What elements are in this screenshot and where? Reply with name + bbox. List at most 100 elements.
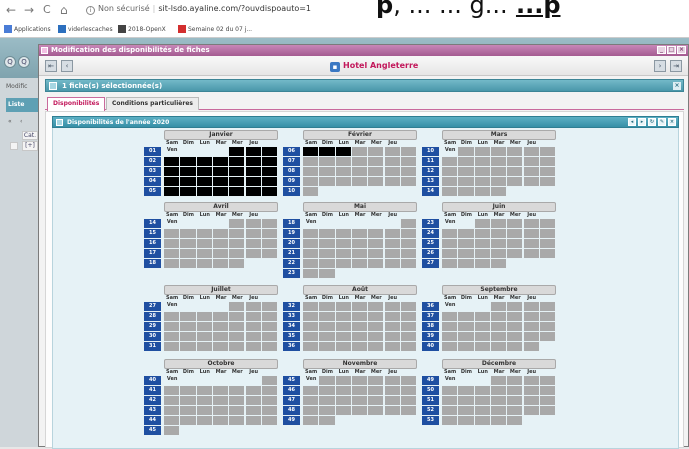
available-day-cell[interactable] [474,157,490,166]
blocked-day-cell[interactable] [196,177,212,186]
available-day-cell[interactable] [335,342,351,351]
available-day-cell[interactable] [490,396,507,405]
available-day-cell[interactable] [490,239,507,248]
available-day-cell[interactable] [212,342,229,351]
available-day-cell[interactable] [164,342,180,351]
available-day-cell[interactable] [368,322,384,331]
available-day-cell[interactable] [245,312,261,321]
available-day-cell[interactable] [351,332,368,341]
available-day-cell[interactable] [261,229,278,238]
available-day-cell[interactable] [442,342,458,351]
available-day-cell[interactable] [490,219,507,228]
available-day-cell[interactable] [319,396,335,405]
week-number[interactable]: 46 [283,386,300,395]
available-day-cell[interactable] [368,376,384,385]
available-day-cell[interactable] [351,406,368,415]
available-day-cell[interactable] [229,249,245,258]
available-day-cell[interactable] [368,396,384,405]
available-day-cell[interactable] [229,229,245,238]
bg-tool-1-icon[interactable]: Q [4,56,16,68]
available-day-cell[interactable] [335,332,351,341]
available-day-cell[interactable] [368,239,384,248]
available-day-cell[interactable] [335,167,351,176]
blocked-day-cell[interactable] [212,177,229,186]
available-day-cell[interactable] [458,406,474,415]
available-day-cell[interactable] [212,249,229,258]
week-number[interactable]: 01 [144,147,161,156]
available-day-cell[interactable] [442,239,458,248]
available-day-cell[interactable] [319,249,335,258]
week-number[interactable]: 13 [422,177,439,186]
available-day-cell[interactable] [400,342,417,351]
available-day-cell[interactable] [384,157,400,166]
available-day-cell[interactable] [319,416,335,425]
available-day-cell[interactable] [303,229,319,238]
blocked-day-cell[interactable] [212,167,229,176]
blocked-day-cell[interactable] [245,187,261,196]
blocked-day-cell[interactable] [180,187,196,196]
available-day-cell[interactable] [400,302,417,311]
tab-conditions[interactable]: Conditions particulières [106,97,199,110]
panel-close-icon[interactable]: × [668,118,676,126]
available-day-cell[interactable] [212,322,229,331]
available-day-cell[interactable] [368,157,384,166]
available-day-cell[interactable] [539,376,556,385]
available-day-cell[interactable] [245,219,261,228]
available-day-cell[interactable] [245,386,261,395]
available-day-cell[interactable] [303,249,319,258]
bookmark-item[interactable]: Applications [4,25,51,33]
week-number[interactable]: 53 [422,416,439,425]
available-day-cell[interactable] [384,259,400,268]
available-day-cell[interactable] [180,239,196,248]
available-day-cell[interactable] [303,342,319,351]
available-day-cell[interactable] [507,249,523,258]
blocked-day-cell[interactable] [196,157,212,166]
available-day-cell[interactable] [335,157,351,166]
week-number[interactable]: 03 [144,167,161,176]
available-day-cell[interactable] [458,396,474,405]
available-day-cell[interactable] [164,426,180,435]
available-day-cell[interactable] [164,386,180,395]
week-number[interactable]: 17 [144,249,161,258]
available-day-cell[interactable] [212,396,229,405]
available-day-cell[interactable] [229,396,245,405]
available-day-cell[interactable] [368,249,384,258]
available-day-cell[interactable] [507,332,523,341]
week-number[interactable]: 11 [422,157,439,166]
available-day-cell[interactable] [212,312,229,321]
available-day-cell[interactable] [442,396,458,405]
available-day-cell[interactable] [474,416,490,425]
week-number[interactable]: 04 [144,177,161,186]
week-number[interactable]: 18 [283,219,300,228]
available-day-cell[interactable] [507,229,523,238]
available-day-cell[interactable] [442,157,458,166]
available-day-cell[interactable] [474,229,490,238]
available-day-cell[interactable] [319,229,335,238]
available-day-cell[interactable] [400,376,417,385]
available-day-cell[interactable] [164,396,180,405]
available-day-cell[interactable] [196,312,212,321]
week-number[interactable]: 30 [144,332,161,341]
week-number[interactable]: 40 [144,376,161,385]
available-day-cell[interactable] [507,386,523,395]
available-day-cell[interactable] [490,157,507,166]
bookmark-item[interactable]: Semaine 02 du 07 j... [178,25,252,33]
available-day-cell[interactable] [384,396,400,405]
available-day-cell[interactable] [196,416,212,425]
selection-close-icon[interactable]: × [673,82,681,90]
week-number[interactable]: 29 [144,322,161,331]
available-day-cell[interactable] [474,332,490,341]
week-number[interactable]: 25 [422,239,439,248]
available-day-cell[interactable] [229,239,245,248]
week-number[interactable]: 35 [283,332,300,341]
panel-refresh-icon[interactable]: ↻ [648,118,656,126]
available-day-cell[interactable] [474,342,490,351]
available-day-cell[interactable] [180,312,196,321]
available-day-cell[interactable] [400,259,417,268]
close-icon[interactable]: × [677,46,686,54]
available-day-cell[interactable] [442,249,458,258]
available-day-cell[interactable] [523,249,539,258]
available-day-cell[interactable] [400,332,417,341]
available-day-cell[interactable] [474,239,490,248]
available-day-cell[interactable] [351,376,368,385]
